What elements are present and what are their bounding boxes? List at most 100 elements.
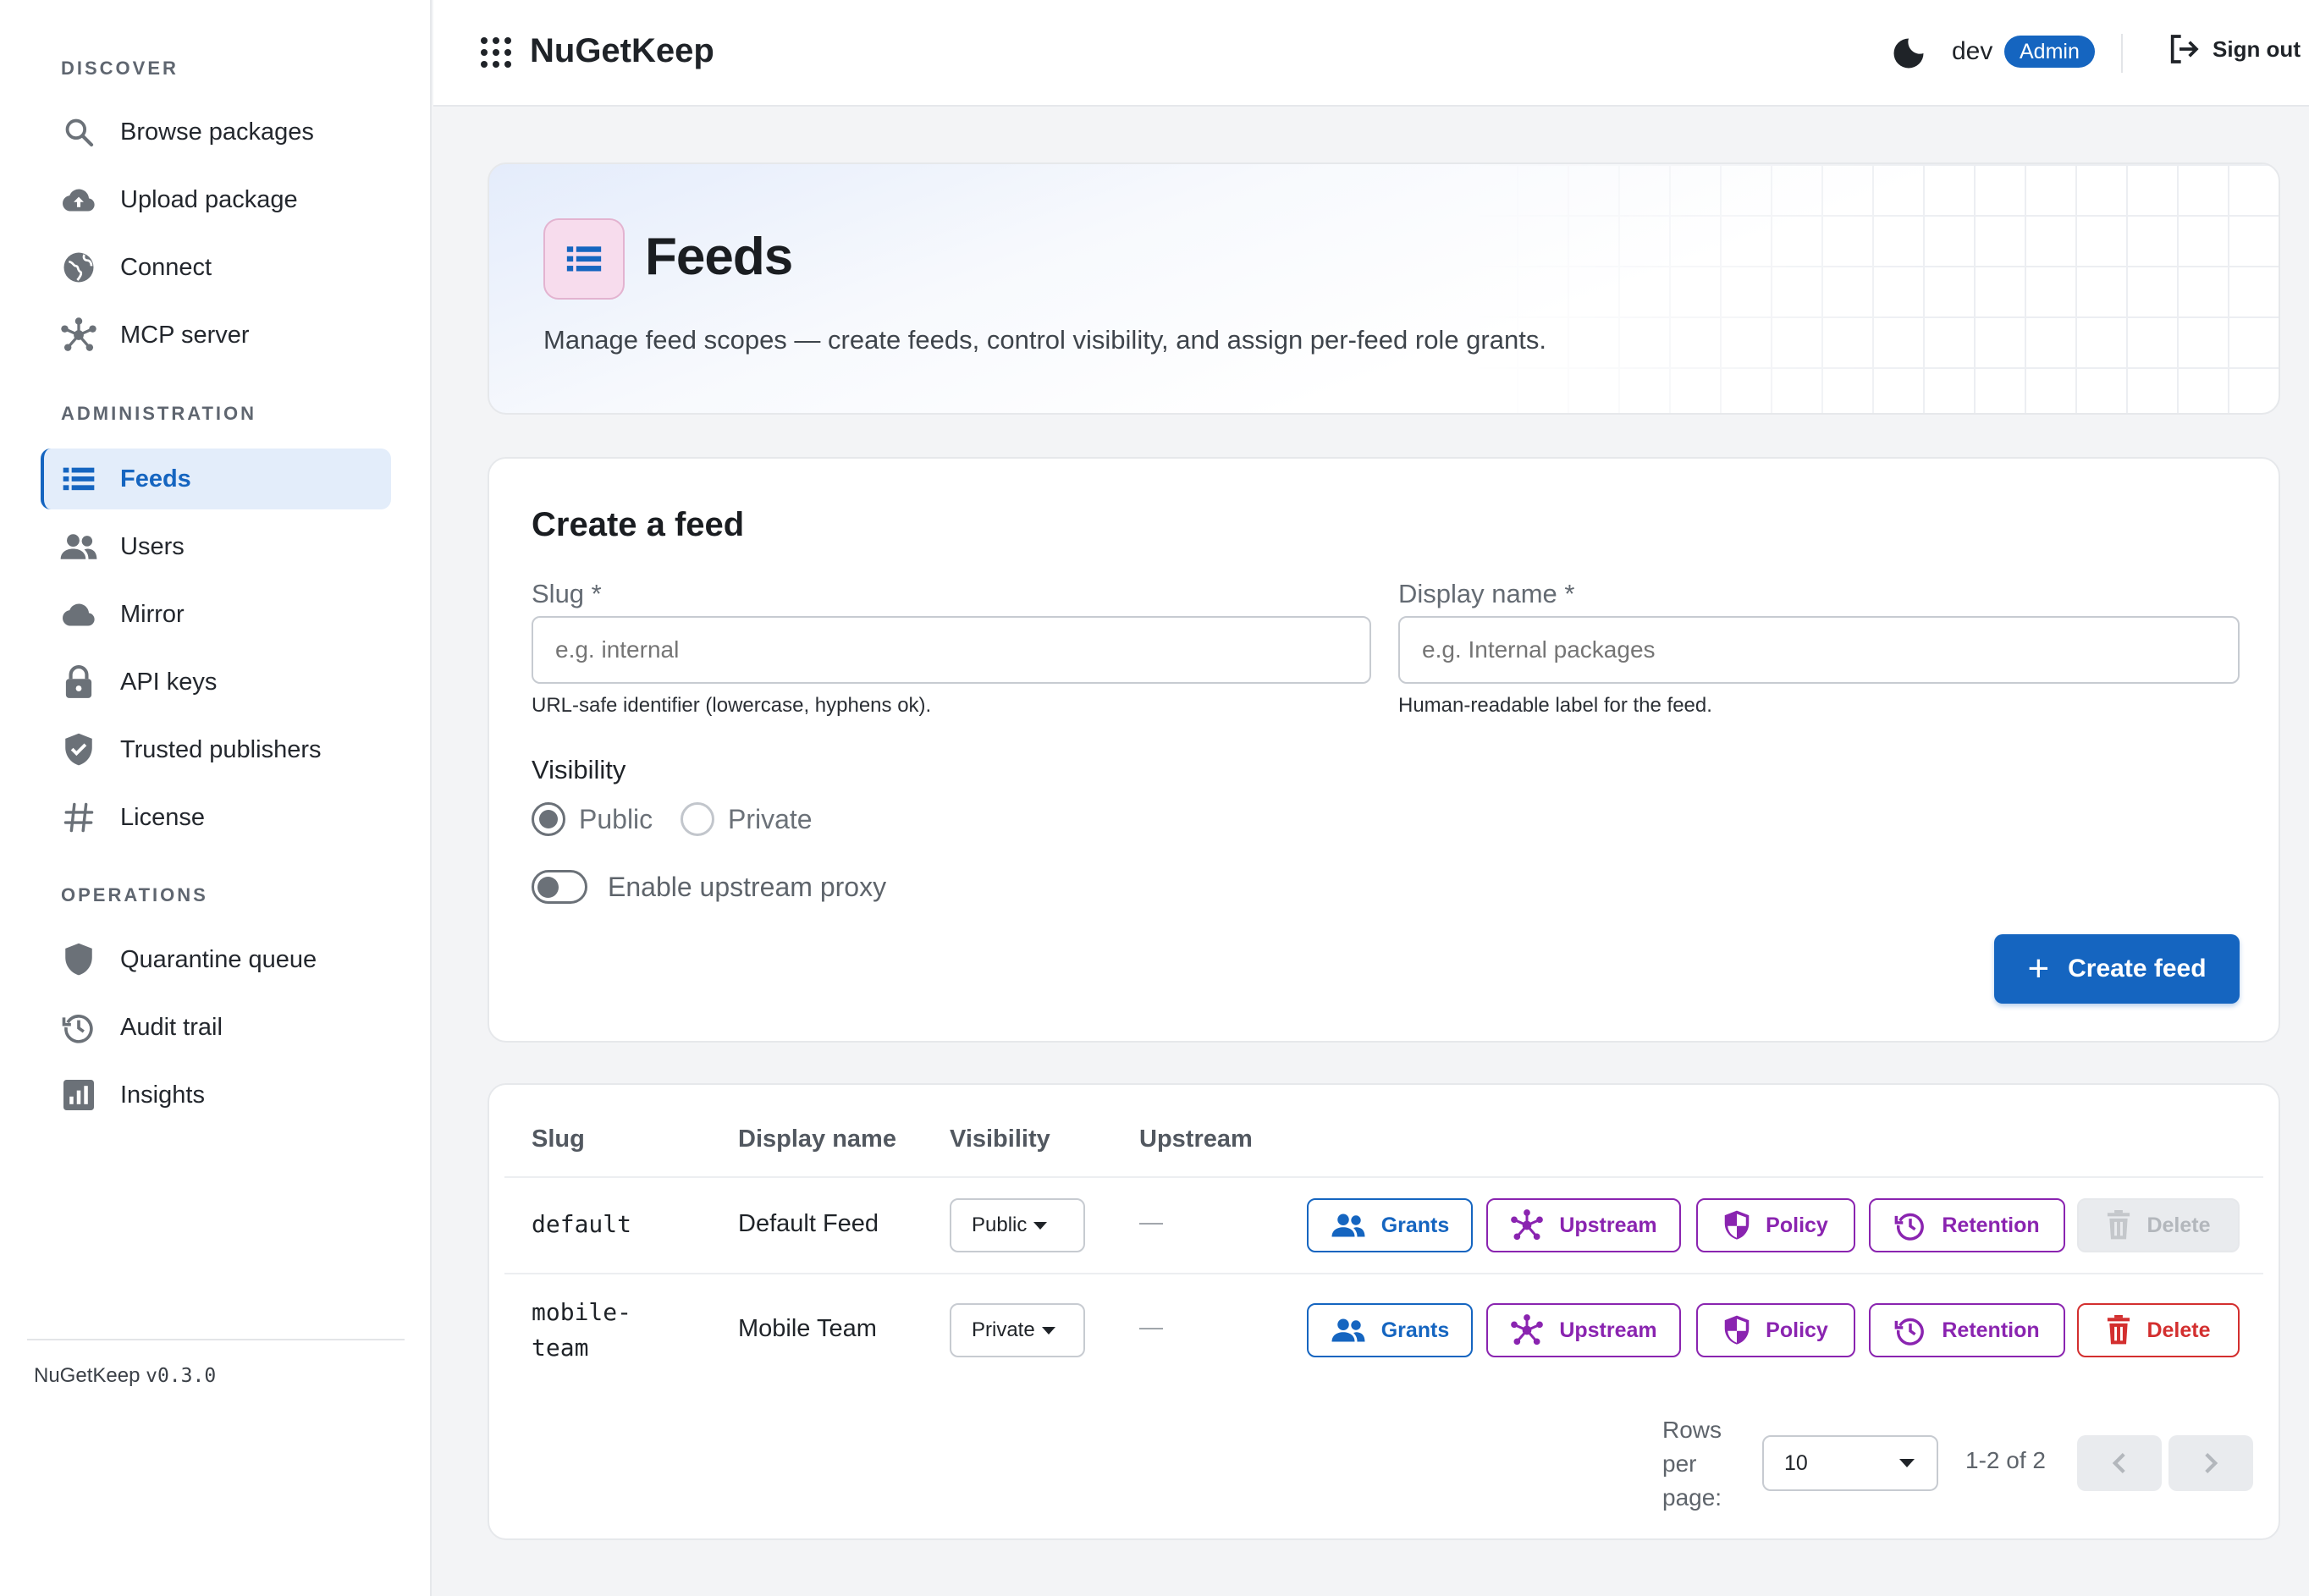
sidebar-item-insights[interactable]: Insights bbox=[41, 1065, 391, 1125]
page-title: Feeds bbox=[645, 228, 793, 286]
users-icon bbox=[59, 527, 98, 566]
sidebar-item-license[interactable]: License bbox=[41, 787, 391, 848]
plus-icon: + bbox=[2027, 948, 2050, 989]
feeds-table-card: Slug Display name Visibility Upstream de… bbox=[488, 1083, 2280, 1540]
sidebar-item-label: Upload package bbox=[120, 185, 298, 213]
hub-icon bbox=[59, 316, 98, 355]
policy-button[interactable]: Policy bbox=[1696, 1198, 1855, 1252]
policy-label: Policy bbox=[1766, 1213, 1828, 1237]
visibility-value: Public bbox=[972, 1214, 1028, 1236]
sidebar-item-api-keys[interactable]: API keys bbox=[41, 652, 391, 713]
retention-button[interactable]: Retention bbox=[1869, 1303, 2065, 1357]
feed-display-name: Default Feed bbox=[738, 1210, 879, 1237]
pagination-range: 1-2 of 2 bbox=[1965, 1447, 2046, 1473]
section-heading-operations: OPERATIONS bbox=[61, 884, 208, 905]
retention-button[interactable]: Retention bbox=[1869, 1198, 2065, 1252]
upstream-proxy-toggle[interactable]: Enable upstream proxy bbox=[532, 870, 886, 904]
previous-page-button[interactable] bbox=[2077, 1435, 2162, 1491]
radio-circle bbox=[681, 802, 714, 836]
sidebar-divider bbox=[27, 1339, 405, 1340]
sidebar-item-users[interactable]: Users bbox=[41, 516, 391, 577]
sidebar-item-quarantine-queue[interactable]: Quarantine queue bbox=[41, 929, 391, 990]
hub-icon bbox=[1511, 1314, 1544, 1346]
radio-label: Public bbox=[579, 803, 653, 834]
sidebar-item-label: Quarantine queue bbox=[120, 945, 317, 973]
visibility-public-radio[interactable]: Public bbox=[532, 802, 653, 836]
hash-icon bbox=[59, 798, 98, 837]
history-icon bbox=[59, 1008, 98, 1047]
create-feed-button[interactable]: + Create feed bbox=[1994, 934, 2240, 1004]
rows-per-page-value: 10 bbox=[1784, 1450, 1808, 1475]
lock-icon bbox=[59, 663, 98, 702]
chevron-right-icon bbox=[2205, 1453, 2218, 1473]
create-feed-card: Create a feed Slug * URL-safe identifier… bbox=[488, 457, 2280, 1043]
rows-per-page-label-line: page: bbox=[1662, 1484, 1722, 1511]
display-name-label: Display name * bbox=[1398, 579, 1575, 608]
role-badge: Admin bbox=[2004, 36, 2095, 68]
delete-button-disabled[interactable]: Delete bbox=[2077, 1198, 2240, 1252]
column-header-slug: Slug bbox=[532, 1125, 585, 1153]
header-divider bbox=[504, 1176, 2263, 1178]
policy-button[interactable]: Policy bbox=[1696, 1303, 1855, 1357]
column-header-display-name: Display name bbox=[738, 1125, 896, 1153]
caret-down-icon bbox=[1033, 1221, 1048, 1230]
retention-label: Retention bbox=[1942, 1318, 2040, 1342]
page-header-card: Feeds Manage feed scopes — create feeds,… bbox=[488, 162, 2280, 415]
policy-label: Policy bbox=[1766, 1318, 1828, 1342]
sidebar-item-upload-package[interactable]: Upload package bbox=[41, 169, 391, 230]
sign-out-button[interactable]: Sign out bbox=[2167, 32, 2301, 66]
hub-icon bbox=[1511, 1209, 1544, 1241]
sidebar-item-audit-trail[interactable]: Audit trail bbox=[41, 997, 391, 1058]
next-page-button[interactable] bbox=[2168, 1435, 2253, 1491]
app-version: NuGetKeep v0.3.0 bbox=[34, 1364, 216, 1388]
feeds-header-icon bbox=[543, 218, 625, 300]
slug-input[interactable] bbox=[532, 616, 1371, 684]
sidebar-item-label: Trusted publishers bbox=[120, 735, 322, 763]
delete-label: Delete bbox=[2146, 1318, 2211, 1342]
cloud-icon bbox=[59, 595, 98, 634]
slug-helper: URL-safe identifier (lowercase, hyphens … bbox=[532, 694, 932, 717]
grants-button[interactable]: Grants bbox=[1307, 1303, 1473, 1357]
sidebar-item-label: Browse packages bbox=[120, 118, 314, 146]
upstream-label: Upstream bbox=[1559, 1213, 1657, 1237]
shield-check-icon bbox=[59, 730, 98, 769]
visibility-select[interactable]: Private bbox=[950, 1303, 1085, 1357]
upstream-button[interactable]: Upstream bbox=[1486, 1303, 1681, 1357]
sidebar-item-mcp-server[interactable]: MCP server bbox=[41, 305, 391, 366]
grants-button[interactable]: Grants bbox=[1307, 1198, 1473, 1252]
sidebar-item-trusted-publishers[interactable]: Trusted publishers bbox=[41, 719, 391, 780]
visibility-select[interactable]: Public bbox=[950, 1198, 1085, 1252]
hero-grid-pattern bbox=[1466, 164, 2279, 413]
topbar-divider bbox=[2121, 34, 2123, 73]
create-feed-label: Create feed bbox=[2068, 955, 2207, 982]
sidebar-item-mirror[interactable]: Mirror bbox=[41, 584, 391, 645]
sidebar: DISCOVER Browse packages Upload package … bbox=[0, 0, 432, 1596]
app-title[interactable]: NuGetKeep bbox=[530, 32, 714, 70]
toggle-label: Enable upstream proxy bbox=[608, 871, 887, 902]
sidebar-item-label: Insights bbox=[120, 1081, 205, 1109]
sidebar-item-connect[interactable]: Connect bbox=[41, 237, 391, 298]
sidebar-item-label: Connect bbox=[120, 253, 212, 281]
history-icon bbox=[1894, 1213, 1925, 1241]
apps-grid-icon[interactable] bbox=[481, 37, 511, 68]
list-icon bbox=[59, 460, 98, 498]
topbar: NuGetKeep dev Admin Sign out bbox=[433, 0, 2309, 107]
rows-per-page-select[interactable]: 10 bbox=[1762, 1435, 1938, 1491]
visibility-private-radio[interactable]: Private bbox=[681, 802, 813, 836]
globe-icon bbox=[59, 248, 98, 287]
sidebar-item-feeds[interactable]: Feeds bbox=[41, 449, 391, 509]
trash-icon bbox=[2108, 1315, 2130, 1345]
feed-slug: mobile- team bbox=[532, 1295, 631, 1366]
upstream-button[interactable]: Upstream bbox=[1486, 1198, 1681, 1252]
users-icon bbox=[1331, 1318, 1365, 1342]
search-icon bbox=[59, 113, 98, 151]
visibility-label: Visibility bbox=[532, 755, 626, 784]
sidebar-item-browse-packages[interactable]: Browse packages bbox=[41, 102, 391, 162]
delete-button[interactable]: Delete bbox=[2077, 1303, 2240, 1357]
toggle-switch bbox=[532, 870, 587, 904]
caret-down-icon bbox=[1041, 1326, 1055, 1335]
display-name-input[interactable] bbox=[1398, 616, 2240, 684]
moon-icon[interactable] bbox=[1891, 36, 1926, 71]
display-name-helper: Human-readable label for the feed. bbox=[1398, 694, 1712, 717]
section-heading-discover: DISCOVER bbox=[61, 58, 179, 79]
